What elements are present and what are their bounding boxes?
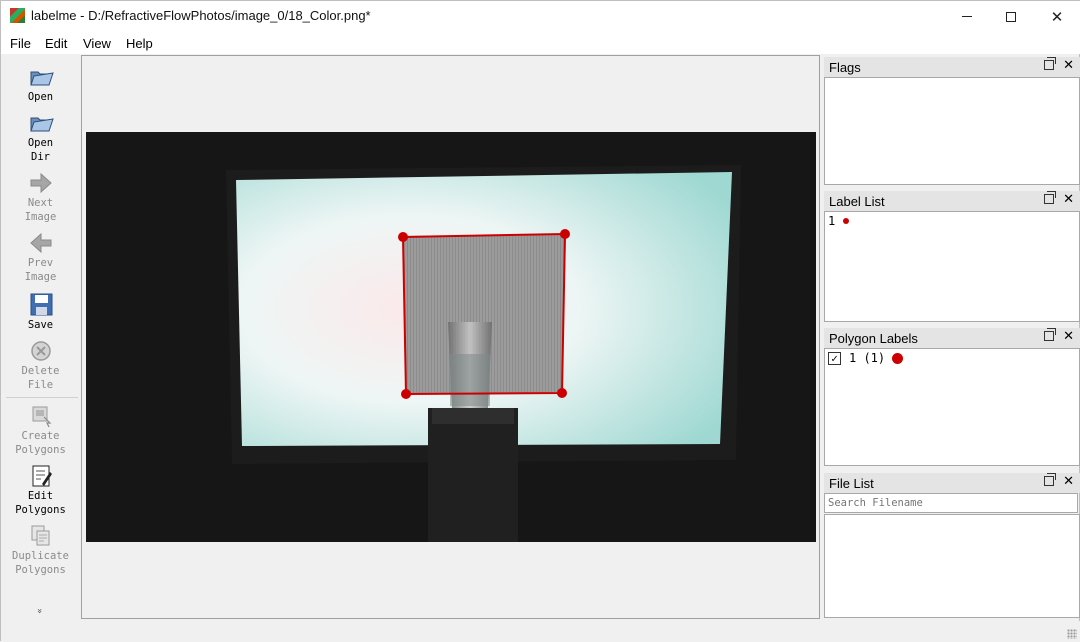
file-list[interactable]: [824, 514, 1080, 618]
resize-grip-icon[interactable]: [1067, 629, 1077, 639]
create-polygon-icon: [32, 406, 51, 428]
minimize-button[interactable]: [944, 1, 990, 32]
polygon-labels-list[interactable]: ✓ 1 (1): [824, 348, 1080, 466]
pedestal: [428, 408, 518, 542]
close-icon[interactable]: ✕: [1063, 329, 1074, 344]
save-label: Save: [27, 319, 54, 331]
prev-image-label-line2: Image: [24, 271, 57, 283]
duplicate-polygons-label-line2: Polygons: [15, 564, 66, 576]
float-icon[interactable]: [1044, 57, 1056, 70]
float-icon[interactable]: [1044, 328, 1056, 341]
minimize-icon: [962, 16, 972, 17]
search-filename-input[interactable]: [824, 493, 1078, 513]
delete-file-label-line2: File: [27, 379, 54, 391]
polygon-labels-dock: Polygon Labels ✕ ✓ 1 (1): [824, 328, 1080, 466]
polygon-label-text: 1 (1): [849, 351, 886, 365]
label-color-dot: [843, 218, 850, 224]
create-polygons-label-line2: Polygons: [15, 444, 66, 456]
flags-list[interactable]: [824, 77, 1080, 185]
maximize-icon: [1006, 11, 1016, 22]
create-polygons-label-line1: Create: [21, 430, 60, 442]
polygon-vertex[interactable]: [398, 232, 408, 242]
polygon-label-item[interactable]: ✓ 1 (1): [825, 349, 1079, 367]
next-image-label-line2: Image: [24, 211, 57, 223]
title-bar: labelme - D:/RefractiveFlowPhotos/image_…: [1, 1, 1080, 32]
label-list-item[interactable]: 1: [825, 212, 1079, 230]
next-image-label-line1: Next: [27, 197, 54, 209]
water: [450, 354, 490, 406]
delete-file-button[interactable]: Delete File: [2, 339, 79, 392]
close-icon[interactable]: ✕: [1063, 474, 1074, 489]
label-list[interactable]: 1: [824, 211, 1080, 322]
menu-file[interactable]: File: [10, 36, 31, 51]
flags-dock-header: Flags ✕: [824, 57, 1080, 77]
folder-open-icon: [29, 117, 54, 132]
open-button[interactable]: Open: [2, 65, 79, 104]
label-list-dock-header: Label List ✕: [824, 191, 1080, 211]
edit-document-icon: [32, 465, 52, 487]
edit-polygons-button[interactable]: Edit Polygons: [2, 464, 79, 517]
image-canvas[interactable]: [86, 132, 816, 542]
file-list-dock-title: File List: [829, 475, 874, 491]
polygon-labels-dock-header: Polygon Labels ✕: [824, 328, 1080, 348]
visibility-checkbox[interactable]: ✓: [828, 351, 841, 365]
open-dir-label-line2: Dir: [31, 151, 50, 163]
label-list-dock: Label List ✕ 1: [824, 191, 1080, 322]
file-list-dock: File List ✕: [824, 473, 1080, 618]
flags-dock-title: Flags: [829, 59, 861, 75]
menu-edit[interactable]: Edit: [45, 36, 67, 51]
prev-image-button[interactable]: Prev Image: [2, 231, 79, 284]
flags-dock: Flags ✕: [824, 57, 1080, 185]
edit-polygons-label-line1: Edit: [27, 490, 54, 502]
toolbar-extension-icon[interactable]: »: [34, 608, 44, 614]
duplicate-polygons-label-line1: Duplicate: [12, 550, 69, 562]
toolbar-separator: [6, 397, 78, 398]
window-title: labelme - D:/RefractiveFlowPhotos/image_…: [31, 8, 371, 23]
delete-file-label-line1: Delete: [21, 365, 60, 377]
label-name: 1: [828, 214, 836, 228]
maximize-button[interactable]: [988, 1, 1034, 32]
menu-view[interactable]: View: [83, 36, 111, 51]
duplicate-icon: [31, 525, 49, 546]
folder-open-icon: [29, 71, 54, 86]
floppy-disk-icon: [30, 293, 52, 316]
checkmark-icon: ✓: [831, 351, 838, 365]
duplicate-polygons-button[interactable]: Duplicate Polygons: [2, 524, 79, 577]
close-icon[interactable]: ✕: [1063, 58, 1074, 73]
label-color-dot: [892, 352, 904, 364]
close-icon[interactable]: ✕: [1063, 192, 1074, 207]
canvas-area[interactable]: [81, 55, 820, 619]
polygon-vertex[interactable]: [560, 229, 570, 239]
float-icon[interactable]: [1044, 191, 1056, 204]
open-dir-button[interactable]: Open Dir: [2, 111, 79, 164]
polygon-vertex[interactable]: [401, 389, 411, 399]
polygon-vertex[interactable]: [557, 388, 567, 398]
labelme-window: labelme - D:/RefractiveFlowPhotos/image_…: [0, 0, 1080, 642]
file-list-dock-header: File List ✕: [824, 473, 1080, 493]
delete-circle-icon: [30, 341, 51, 361]
photo-scene: [86, 132, 816, 542]
save-button[interactable]: Save: [2, 293, 79, 332]
close-window-button[interactable]: ✕: [1034, 1, 1080, 32]
status-bar: [1, 621, 1080, 642]
toolbar: Open Open Dir Next Image Prev Image Save…: [2, 57, 79, 619]
float-icon[interactable]: [1044, 473, 1056, 486]
arrow-right-icon: [30, 172, 52, 194]
next-image-button[interactable]: Next Image: [2, 171, 79, 224]
open-dir-label-line1: Open: [27, 137, 54, 149]
menu-help[interactable]: Help: [126, 36, 153, 51]
polygon-labels-dock-title: Polygon Labels: [829, 330, 918, 346]
close-icon: ✕: [1050, 7, 1064, 26]
arrow-left-icon: [29, 232, 51, 254]
menu-bar: File Edit View Help: [1, 32, 1080, 54]
create-polygons-button[interactable]: Create Polygons: [2, 404, 79, 457]
label-list-dock-title: Label List: [829, 193, 885, 209]
open-label: Open: [27, 91, 54, 103]
edit-polygons-label-line2: Polygons: [15, 504, 66, 516]
pedestal-top: [432, 408, 514, 424]
prev-image-label-line1: Prev: [27, 257, 54, 269]
app-icon: [10, 8, 25, 23]
